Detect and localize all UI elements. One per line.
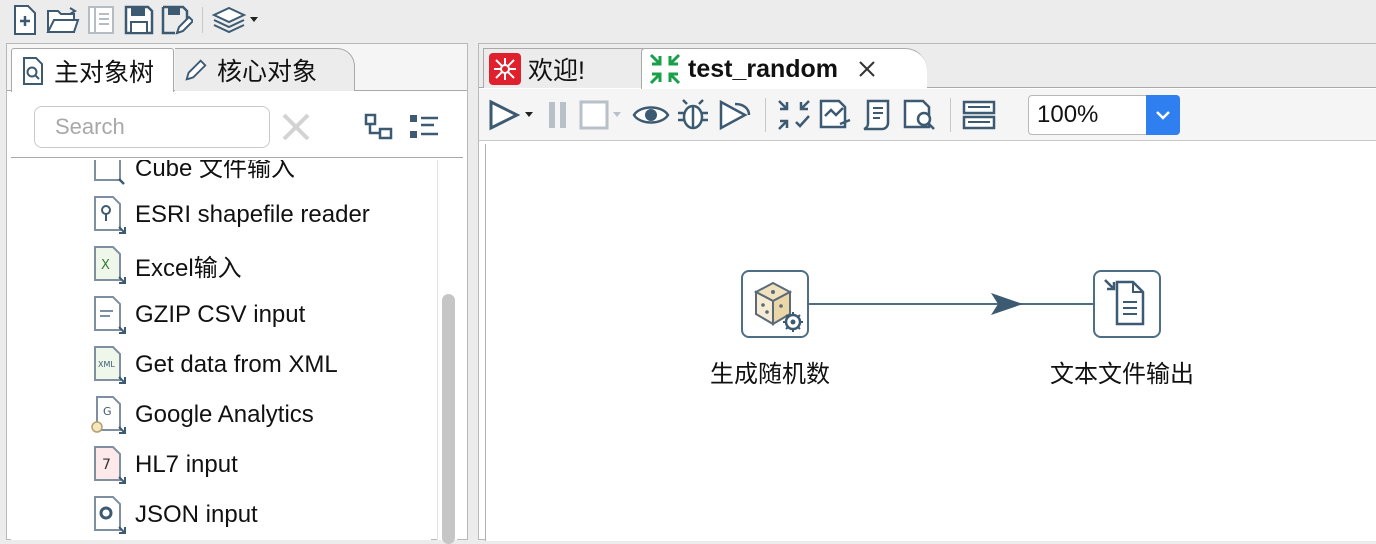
collapse-all-icon[interactable] (363, 112, 397, 144)
verify-icon[interactable] (774, 95, 814, 135)
zoom-value: 100% (1037, 100, 1099, 128)
list-item-label: Google Analytics (135, 401, 314, 428)
google-analytics-icon: G (91, 395, 127, 435)
transformation-editor: 欢迎! test_random 100% 生成随机数 文本文件输出 (478, 43, 1376, 541)
hl7-input-icon: 7 (91, 445, 127, 485)
random-generator-icon (753, 281, 803, 332)
transformation-canvas[interactable]: 生成随机数 文本文件输出 (485, 144, 1376, 541)
chevron-down-icon[interactable] (1146, 94, 1180, 135)
tab-label: 核心对象 (217, 58, 318, 86)
tree-scrollbar[interactable] (437, 160, 457, 544)
toolbar-separator (765, 97, 766, 132)
tab-core-objects[interactable]: 核心对象 (175, 48, 355, 91)
list-item-label: Get data from XML (135, 351, 338, 378)
impact-icon[interactable] (816, 95, 856, 135)
explore-repository-icon[interactable] (82, 3, 120, 37)
step-text-file-output[interactable] (1093, 270, 1161, 338)
search-input[interactable]: Search (34, 106, 270, 148)
replay-icon[interactable] (715, 95, 755, 135)
show-results-icon[interactable] (959, 95, 999, 135)
pencil-icon (183, 55, 209, 85)
list-item-label: HL7 input (135, 451, 238, 478)
scrollbar-thumb[interactable] (442, 294, 455, 544)
sql-icon[interactable] (858, 95, 898, 135)
search-row: Search (11, 96, 463, 158)
tab-test-random[interactable]: test_random (641, 48, 927, 89)
tab-label: test_random (688, 54, 839, 83)
toolbar-separator (202, 7, 203, 33)
list-item[interactable]: ESRI shapefile reader (91, 190, 431, 240)
list-item[interactable]: X Excel输入 (91, 240, 431, 290)
object-tree-icon (20, 56, 46, 86)
zoom-select[interactable]: 100% (1028, 94, 1180, 135)
welcome-icon (488, 52, 522, 86)
list-item[interactable]: Cube 文件输入 (91, 160, 431, 190)
transformation-icon (648, 52, 682, 86)
cube-input-icon (91, 160, 127, 185)
explore-db-icon[interactable] (900, 95, 940, 135)
clear-search-icon[interactable] (281, 112, 311, 142)
list-item-label: Excel输入 (135, 254, 242, 282)
tab-main-object-tree[interactable]: 主对象树 (11, 48, 174, 92)
list-item[interactable]: G Google Analytics (91, 390, 431, 440)
tab-welcome[interactable]: 欢迎! (483, 48, 643, 88)
save-as-icon[interactable] (158, 3, 196, 37)
close-icon[interactable] (856, 58, 878, 80)
list-item[interactable]: 7 HL7 input (91, 440, 431, 490)
svg-text:G: G (103, 405, 112, 418)
preview-icon[interactable] (631, 95, 671, 135)
list-item[interactable]: GZIP CSV input (91, 290, 431, 340)
xml-input-icon: XML (91, 345, 127, 385)
toolbar-separator (950, 97, 951, 132)
list-item[interactable]: XML Get data from XML (91, 340, 431, 390)
excel-input-icon: X (91, 245, 127, 285)
main-toolbar (0, 0, 1376, 40)
expand-list-icon[interactable] (407, 112, 441, 144)
list-item-label: ESRI shapefile reader (135, 201, 370, 228)
list-item-label: Cube 文件输入 (135, 160, 296, 182)
svg-text:XML: XML (98, 360, 115, 369)
json-input-icon (91, 495, 127, 535)
svg-text:X: X (101, 258, 110, 273)
list-item-label: JSON input (135, 501, 258, 528)
tab-label: 欢迎! (528, 56, 585, 85)
new-file-icon[interactable] (6, 3, 44, 37)
pause-icon[interactable] (541, 95, 575, 135)
editor-tabs: 欢迎! test_random (479, 44, 1376, 89)
stop-icon[interactable] (577, 95, 629, 135)
step-random-generator[interactable] (741, 270, 809, 338)
gzip-csv-icon (91, 295, 127, 335)
esri-shapefile-icon (91, 195, 127, 235)
debug-icon[interactable] (673, 95, 713, 135)
run-icon[interactable] (485, 95, 539, 135)
save-icon[interactable] (120, 3, 158, 37)
hop-arrow[interactable] (486, 144, 1376, 541)
list-item[interactable]: JSON input (91, 490, 431, 540)
step-tree-list: Cube 文件输入 ESRI shapefile reader X Excel输… (11, 160, 431, 540)
left-panel-tabs: 主对象树 核心对象 (7, 44, 467, 92)
left-panel: 主对象树 核心对象 Search Cube 文件输入 ESRI shapefil… (6, 43, 468, 544)
step-label: 文本文件输出 (1050, 361, 1194, 388)
perspective-layers-icon[interactable] (209, 3, 263, 37)
tab-label: 主对象树 (54, 58, 155, 87)
list-item-label: GZIP CSV input (135, 301, 306, 328)
step-label: 生成随机数 (710, 361, 830, 388)
text-file-output-icon (1104, 279, 1145, 326)
svg-text:7: 7 (102, 457, 111, 473)
editor-toolbar: 100% (479, 89, 1376, 141)
open-folder-icon[interactable] (44, 3, 82, 37)
